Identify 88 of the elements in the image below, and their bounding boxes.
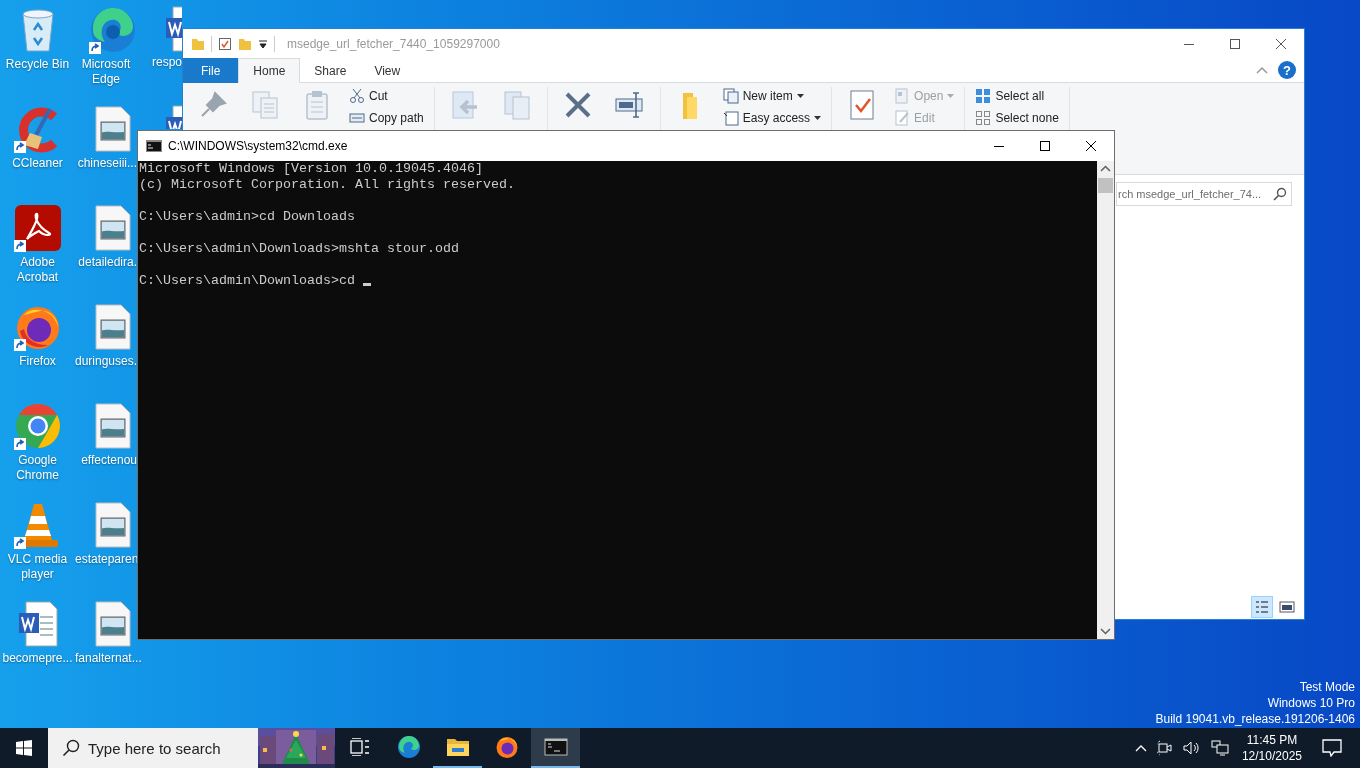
select-none-icon [975, 110, 992, 126]
icon-label[interactable]: becomepre... [2, 651, 73, 666]
image-file-icon[interactable] [94, 106, 131, 152]
maximize-icon [1230, 38, 1240, 49]
scrollbar[interactable] [1097, 161, 1114, 639]
edit-icon [894, 110, 911, 126]
edge-icon [396, 735, 421, 759]
firefox-icon [494, 735, 519, 759]
details-view-icon [1254, 599, 1270, 615]
icon-label[interactable]: Firefox [19, 354, 56, 369]
properties-icon[interactable] [218, 36, 232, 51]
acrobat-icon[interactable] [14, 205, 61, 251]
window-title: C:\WINDOWS\system32\cmd.exe [168, 139, 348, 153]
word-document-icon[interactable] [17, 601, 58, 647]
image-file-icon[interactable] [94, 601, 131, 647]
help-button[interactable]: ? [1278, 61, 1296, 79]
copy-icon [249, 89, 281, 121]
ribbon-command[interactable]: Cut [347, 87, 426, 105]
ribbon-tab[interactable]: View [360, 58, 415, 83]
clock[interactable]: 11:45 PM 12/10/2025 [1233, 732, 1310, 764]
edge-icon[interactable] [88, 6, 137, 54]
icon-label[interactable]: Microsoft Edge [75, 57, 137, 87]
chrome-icon[interactable] [13, 402, 62, 450]
rename-icon [613, 89, 646, 121]
console-line: (c) Microsoft Corporation. All rights reserved. [139, 177, 515, 193]
terminal-icon [146, 140, 162, 152]
dropdown-caret-icon [796, 94, 804, 98]
chevron-up-icon [1256, 66, 1268, 74]
close-icon [1086, 141, 1096, 151]
search-icon [62, 739, 80, 757]
console-line: C:\Users\admin\Downloads>cd [139, 273, 355, 289]
close-icon [1276, 38, 1286, 49]
chat-bubble-icon [1322, 739, 1342, 757]
icon-label[interactable]: detailedira. [78, 255, 137, 270]
new-item-icon [722, 88, 739, 104]
os-info-text: Build 19041.vb_release.191206-1406 [1155, 711, 1355, 727]
icon-label[interactable]: respo [152, 55, 183, 70]
dropdown-caret-icon [947, 94, 955, 98]
image-file-icon[interactable] [94, 304, 131, 350]
select-all-icon [975, 88, 992, 104]
taskbar-search-field[interactable]: Type here to search [48, 728, 258, 768]
icon-label[interactable]: Google Chrome [1, 453, 74, 483]
ribbon-command[interactable]: Select all [973, 87, 1061, 105]
folder-icon [191, 36, 205, 51]
collapse-ribbon-button[interactable] [1256, 66, 1268, 74]
easy-access-icon [722, 110, 739, 126]
ribbon-command[interactable]: Easy access [720, 109, 824, 127]
network-icon [1210, 740, 1229, 756]
windows-logo-icon [16, 740, 32, 756]
ribbon-command[interactable]: Copy path [347, 109, 426, 127]
icon-label[interactable]: effectenou [81, 453, 137, 468]
large-icons-view-icon [1279, 599, 1295, 615]
image-file-icon[interactable] [94, 403, 131, 449]
search-icon [1273, 187, 1287, 201]
terminal-icon [543, 735, 568, 759]
image-file-icon[interactable] [94, 205, 131, 251]
camera-icon [1156, 740, 1173, 756]
caret-down-icon[interactable] [258, 38, 268, 49]
open-icon [894, 88, 911, 104]
window-title: msedge_url_fetcher_7440_1059297000 [287, 36, 500, 51]
os-info-text: Test Mode [1299, 679, 1355, 695]
icon-label[interactable]: Adobe Acrobat [1, 255, 74, 285]
icon-label[interactable]: CCleaner [12, 156, 63, 171]
console-line: C:\Users\admin\Downloads>mshta stour.odd [139, 241, 459, 257]
volume-icon [1182, 740, 1201, 756]
search-field[interactable]: rch msedge_url_fetcher_74... [1116, 182, 1292, 206]
dropdown-caret-icon [814, 116, 822, 120]
icon-label[interactable]: Recycle Bin [5, 57, 70, 72]
icon-label[interactable]: chineseiii... [77, 156, 137, 171]
console-line: C:\Users\admin>cd Downloads [139, 209, 355, 225]
icon-label[interactable]: VLC media player [1, 552, 74, 582]
taskbar-app-button[interactable] [531, 728, 580, 768]
maximize-icon [1040, 141, 1050, 151]
icon-label[interactable]: duringuses. [75, 354, 137, 369]
os-info-text: Windows 10 Pro [1267, 695, 1355, 711]
chevron-up-icon [1134, 744, 1147, 752]
ribbon-command[interactable]: New item [720, 87, 824, 105]
scrollbar-thumb[interactable] [1098, 178, 1113, 193]
scissors-icon [349, 88, 365, 104]
task-view-icon [349, 738, 370, 756]
ribbon-tab[interactable]: Share [300, 58, 361, 83]
copy-path-icon [349, 110, 365, 126]
icon-label[interactable]: estateparen [75, 552, 137, 567]
image-file-icon[interactable] [94, 502, 131, 548]
ribbon-tab[interactable]: File [183, 58, 239, 83]
ribbon-command[interactable]: Select none [973, 109, 1061, 127]
console-line: Microsoft Windows [Version 10.0.19045.4046] [139, 161, 483, 177]
ribbon-tab[interactable]: Home [238, 58, 301, 83]
